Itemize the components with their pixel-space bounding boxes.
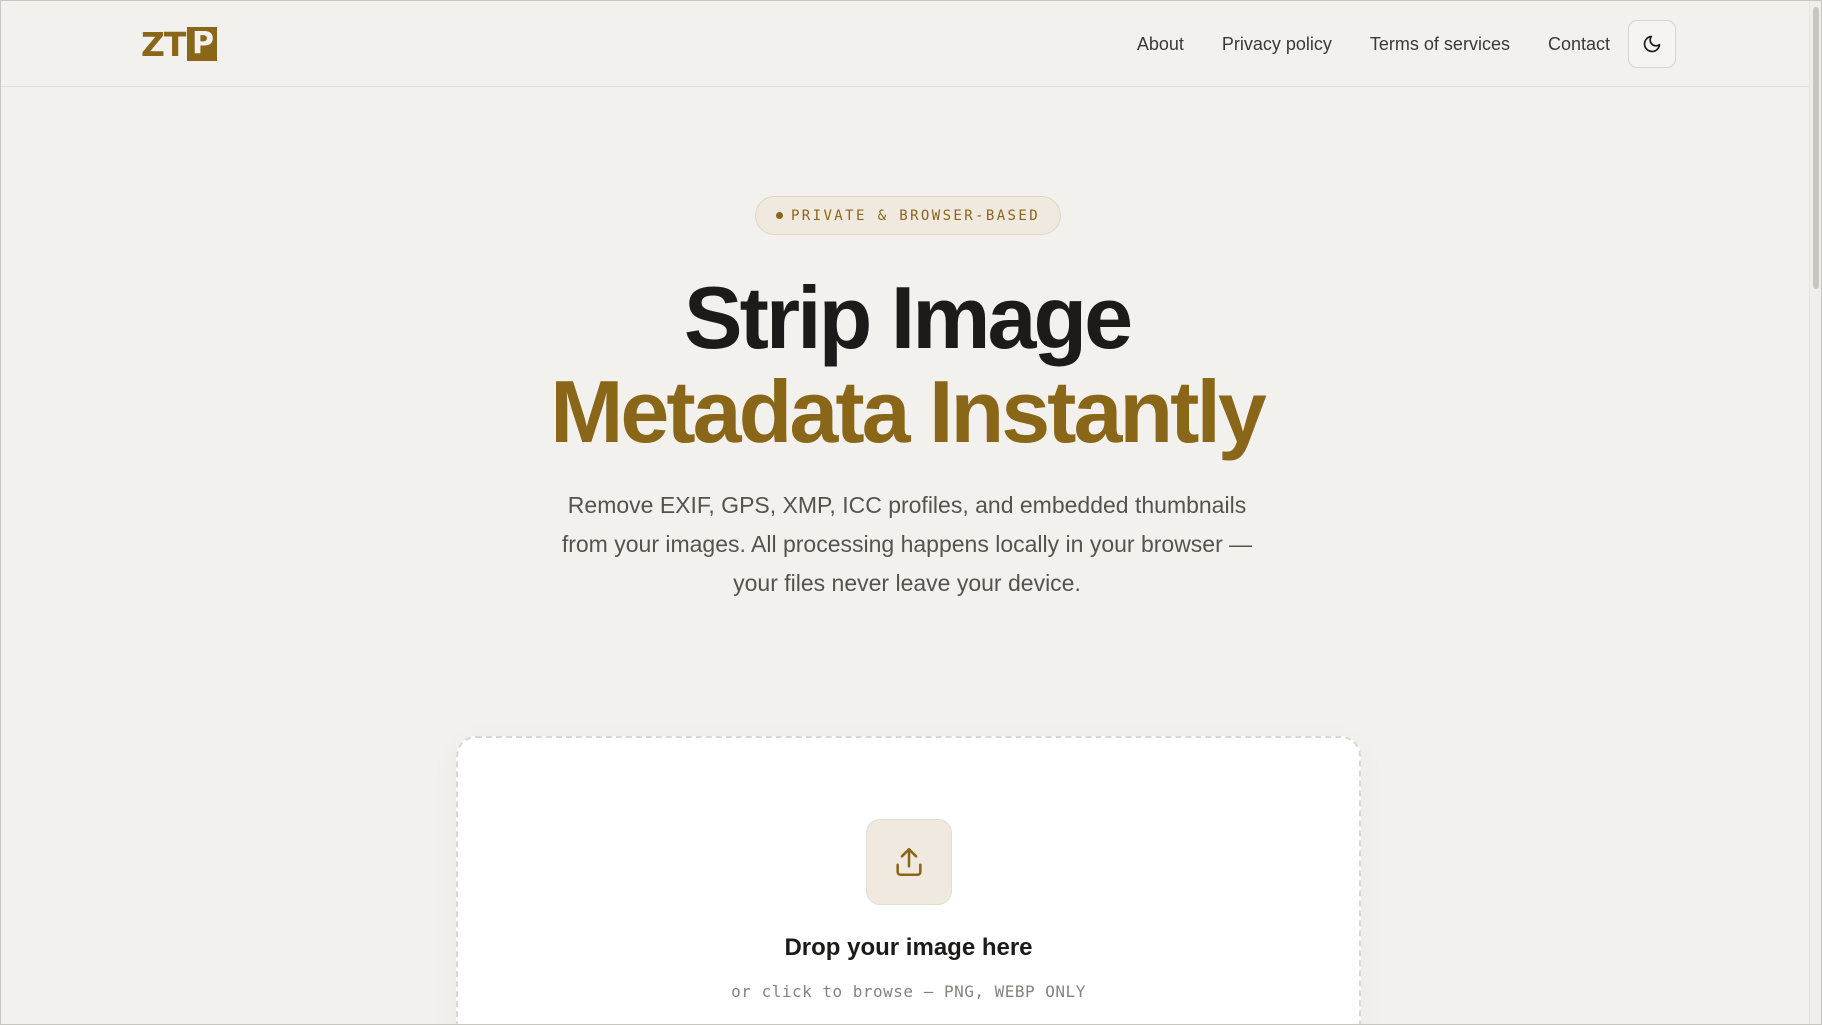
nav-link-privacy-policy[interactable]: Privacy policy (1222, 34, 1332, 55)
page-scrollbar[interactable] (1809, 1, 1821, 1024)
privacy-badge: PRIVATE & BROWSER-BASED (755, 196, 1061, 235)
badge-dot (775, 212, 783, 219)
logo-letter-box: P (187, 27, 218, 61)
theme-toggle-button[interactable] (1628, 20, 1676, 68)
headline-line-1: Strip Image (683, 268, 1133, 367)
site-header: ZT P About Privacy policy Terms of servi… (1, 1, 1821, 87)
dropzone-hint: or click to browse — PNG, WEBP ONLY (731, 982, 1086, 1001)
page: ZT P About Privacy policy Terms of servi… (0, 0, 1822, 1025)
main-nav: About Privacy policy Terms of services C… (1137, 1, 1610, 87)
site-logo[interactable]: ZT P (141, 24, 218, 64)
badge-label: PRIVATE & BROWSER-BASED (790, 207, 1041, 224)
nav-link-about[interactable]: About (1137, 34, 1184, 55)
scrollbar-thumb[interactable] (1813, 7, 1819, 289)
headline-line-2: Metadata Instantly (550, 362, 1267, 461)
nav-link-terms-of-services[interactable]: Terms of services (1370, 34, 1510, 55)
logo-text: ZT (141, 24, 186, 64)
image-dropzone[interactable]: Drop your image here or click to browse … (456, 736, 1361, 1024)
nav-link-contact[interactable]: Contact (1548, 34, 1610, 55)
dropzone-title: Drop your image here (784, 934, 1033, 961)
upload-icon (866, 819, 952, 905)
hero-description: Remove EXIF, GPS, XMP, ICC profiles, and… (561, 492, 1253, 596)
hero-headline: Strip Image Metadata Instantly (1, 271, 1813, 459)
moon-icon (1643, 35, 1661, 53)
